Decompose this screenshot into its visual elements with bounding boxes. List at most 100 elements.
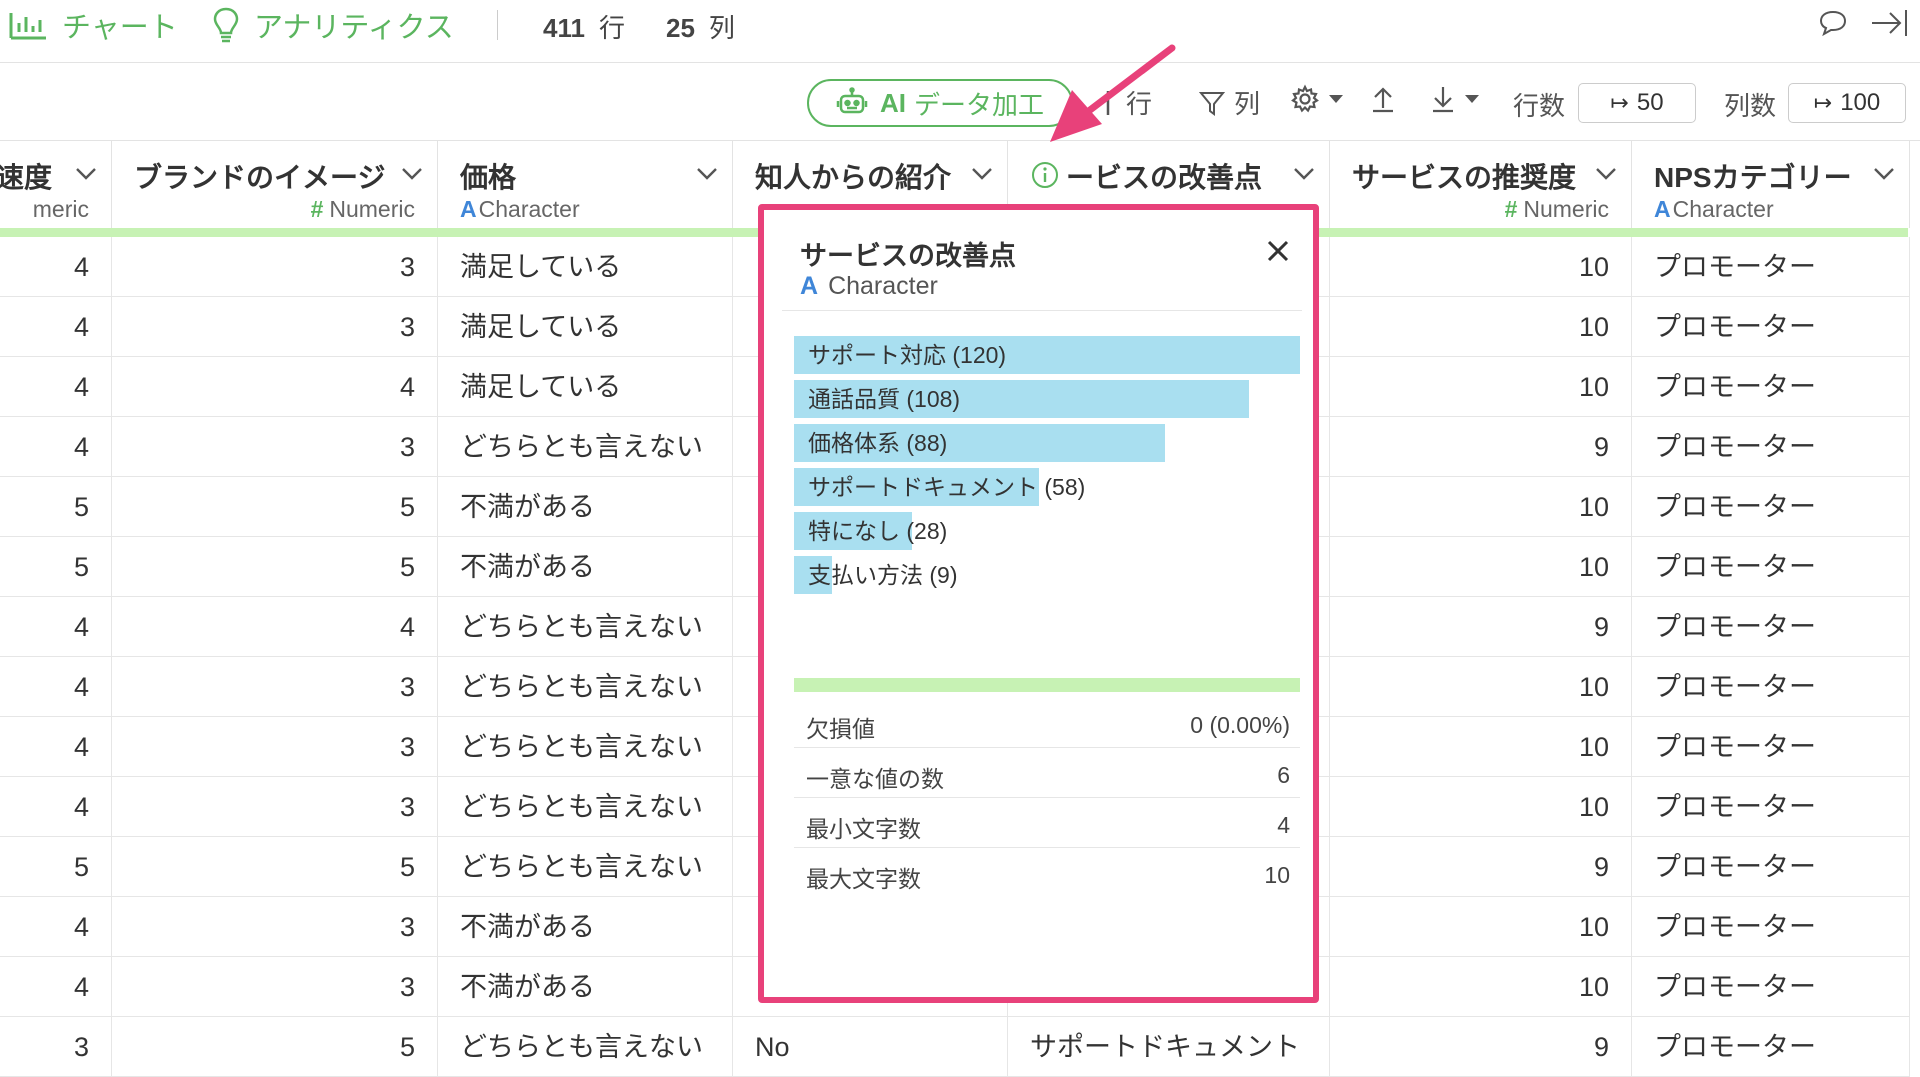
table-cell[interactable]: プロモーター: [1632, 897, 1910, 957]
table-cell[interactable]: プロモーター: [1632, 717, 1910, 777]
table-cell[interactable]: プロモーター: [1632, 357, 1910, 417]
table-cell[interactable]: どちらとも言えない: [438, 417, 733, 477]
table-cell[interactable]: プロモーター: [1632, 297, 1910, 357]
table-cell[interactable]: 満足している: [438, 237, 733, 297]
table-cell[interactable]: 不満がある: [438, 477, 733, 537]
collapse-panel-icon[interactable]: [1870, 8, 1910, 43]
table-cell[interactable]: どちらとも言えない: [438, 717, 733, 777]
table-cell[interactable]: プロモーター: [1632, 597, 1910, 657]
table-cell[interactable]: 10: [1330, 717, 1632, 777]
table-cell[interactable]: 3: [112, 957, 438, 1017]
settings-button[interactable]: [1290, 84, 1352, 114]
table-cell[interactable]: 4: [0, 777, 112, 837]
chevron-down-icon[interactable]: [1873, 166, 1895, 182]
table-cell[interactable]: どちらとも言えない: [438, 1017, 733, 1077]
analytics-tab[interactable]: アナリティクス: [212, 4, 454, 46]
comment-icon[interactable]: [1818, 8, 1848, 43]
distribution-bar-row[interactable]: 通話品質 (108): [794, 376, 1304, 420]
ai-data-processing-button[interactable]: AI データ加工: [807, 79, 1073, 127]
table-cell[interactable]: 10: [1330, 537, 1632, 597]
table-cell[interactable]: プロモーター: [1632, 957, 1910, 1017]
table-cell[interactable]: どちらとも言えない: [438, 657, 733, 717]
table-cell[interactable]: 10: [1330, 777, 1632, 837]
table-cell[interactable]: プロモーター: [1632, 777, 1910, 837]
table-cell[interactable]: 10: [1330, 957, 1632, 1017]
table-cell[interactable]: 満足している: [438, 297, 733, 357]
cols-limit-field[interactable]: ↦ 100: [1788, 83, 1906, 123]
table-cell[interactable]: どちらとも言えない: [438, 777, 733, 837]
table-cell[interactable]: 3: [112, 237, 438, 297]
table-cell[interactable]: 3: [112, 897, 438, 957]
table-cell[interactable]: 不満がある: [438, 537, 733, 597]
table-cell[interactable]: No: [733, 1017, 1008, 1077]
table-cell[interactable]: 4: [0, 297, 112, 357]
table-cell[interactable]: 5: [112, 837, 438, 897]
column-filter-button[interactable]: 列: [1198, 84, 1260, 121]
table-cell[interactable]: 5: [112, 477, 438, 537]
table-cell[interactable]: サポートドキュメント: [1008, 1017, 1330, 1077]
table-cell[interactable]: どちらとも言えない: [438, 837, 733, 897]
table-cell[interactable]: プロモーター: [1632, 477, 1910, 537]
table-cell[interactable]: 4: [112, 357, 438, 417]
table-cell[interactable]: どちらとも言えない: [438, 597, 733, 657]
table-cell[interactable]: 4: [0, 957, 112, 1017]
table-cell[interactable]: 3: [112, 717, 438, 777]
table-cell[interactable]: 不満がある: [438, 957, 733, 1017]
sort-descending-button[interactable]: [1430, 84, 1488, 114]
table-cell[interactable]: 3: [0, 1017, 112, 1077]
table-cell[interactable]: 10: [1330, 657, 1632, 717]
table-cell[interactable]: プロモーター: [1632, 657, 1910, 717]
sort-ascending-button[interactable]: [1370, 84, 1404, 114]
table-cell[interactable]: プロモーター: [1632, 837, 1910, 897]
table-cell[interactable]: 10: [1330, 897, 1632, 957]
table-cell[interactable]: プロモーター: [1632, 237, 1910, 297]
column-header[interactable]: 価格 ACharacter: [438, 140, 733, 228]
table-cell[interactable]: 3: [112, 777, 438, 837]
table-cell[interactable]: 3: [112, 297, 438, 357]
table-cell[interactable]: 5: [0, 477, 112, 537]
close-icon[interactable]: [1265, 238, 1291, 269]
rows-limit-field[interactable]: ↦ 50: [1578, 83, 1696, 123]
row-filter-button[interactable]: 行: [1098, 84, 1152, 121]
chevron-down-icon[interactable]: [1595, 166, 1617, 182]
table-cell[interactable]: 4: [0, 717, 112, 777]
table-cell[interactable]: 4: [112, 597, 438, 657]
table-cell[interactable]: プロモーター: [1632, 537, 1910, 597]
table-cell[interactable]: 5: [112, 1017, 438, 1077]
table-cell[interactable]: 5: [112, 537, 438, 597]
distribution-bar-row[interactable]: サポートドキュメント (58): [794, 464, 1304, 508]
table-cell[interactable]: 満足している: [438, 357, 733, 417]
table-cell[interactable]: 4: [0, 597, 112, 657]
table-cell[interactable]: 不満がある: [438, 897, 733, 957]
table-cell[interactable]: 5: [0, 537, 112, 597]
table-cell[interactable]: 4: [0, 417, 112, 477]
distribution-bar-row[interactable]: 支払い方法 (9): [794, 552, 1304, 596]
column-header[interactable]: ブランドのイメージ # Numeric: [112, 140, 438, 228]
chevron-down-icon[interactable]: [696, 166, 718, 182]
table-cell[interactable]: 4: [0, 897, 112, 957]
table-cell[interactable]: 10: [1330, 477, 1632, 537]
column-header[interactable]: NPSカテゴリー ACharacter: [1632, 140, 1910, 228]
table-cell[interactable]: 4: [0, 357, 112, 417]
column-header[interactable]: 速度 meric: [0, 140, 112, 228]
table-cell[interactable]: 9: [1330, 417, 1632, 477]
table-cell[interactable]: 3: [112, 417, 438, 477]
column-header[interactable]: サービスの推奨度 # Numeric: [1330, 140, 1632, 228]
chevron-down-icon[interactable]: [401, 166, 423, 182]
chevron-down-icon[interactable]: [1293, 166, 1315, 182]
table-cell[interactable]: 10: [1330, 297, 1632, 357]
table-cell[interactable]: 10: [1330, 357, 1632, 417]
chevron-down-icon[interactable]: [75, 166, 97, 182]
info-icon[interactable]: [1030, 160, 1060, 190]
table-cell[interactable]: 9: [1330, 1017, 1632, 1077]
table-cell[interactable]: 9: [1330, 597, 1632, 657]
table-cell[interactable]: 10: [1330, 237, 1632, 297]
chevron-down-icon[interactable]: [971, 166, 993, 182]
table-cell[interactable]: 3: [112, 657, 438, 717]
chart-tab[interactable]: チャート: [8, 4, 178, 46]
table-cell[interactable]: プロモーター: [1632, 417, 1910, 477]
distribution-bar-row[interactable]: サポート対応 (120): [794, 332, 1304, 376]
table-cell[interactable]: 9: [1330, 837, 1632, 897]
distribution-bar-row[interactable]: 特になし (28): [794, 508, 1304, 552]
distribution-bar-row[interactable]: 価格体系 (88): [794, 420, 1304, 464]
